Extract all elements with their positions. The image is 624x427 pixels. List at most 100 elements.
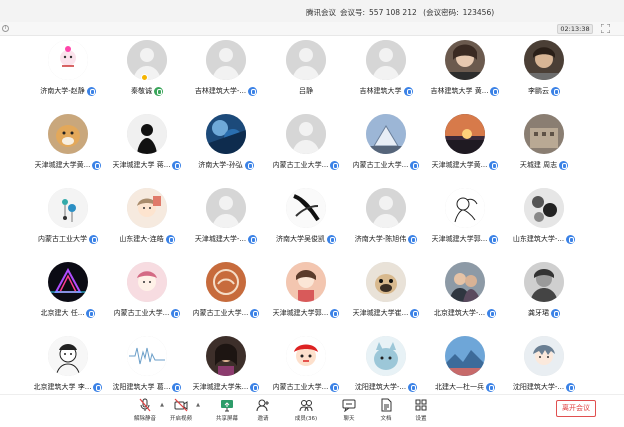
camera-off-icon [174, 398, 188, 412]
info-icon[interactable]: i [2, 25, 9, 32]
toolbar-item[interactable]: 成员(36) [289, 398, 323, 426]
participant-tile[interactable]: 李鹏云 [501, 40, 587, 110]
participant-tile[interactable]: 吕静 [263, 40, 349, 110]
participant-name: 天津城建大学郭... [431, 235, 488, 243]
mic-status-icon [551, 86, 560, 96]
participant-tile[interactable]: 内蒙古工业大学... [263, 114, 349, 184]
participant-name-row: 济南大学吴俊凯 [263, 233, 349, 245]
leave-meeting-button[interactable]: 离开会议 [556, 400, 596, 417]
participant-name-row: 吕静 [263, 85, 349, 97]
participant-tile[interactable]: 济南大学-陈旭伟 [343, 188, 429, 258]
participant-name-row: 济南大学-赵静 [25, 85, 111, 97]
participant-avatar [48, 114, 88, 154]
members-icon [299, 398, 313, 412]
participant-avatar [524, 262, 564, 302]
participant-avatar [524, 336, 564, 376]
title-bar: 腾讯会议 会议号: 557 108 212 (会议密码: 123456) [0, 0, 624, 22]
participant-name: 天津城建大学黄... [431, 161, 488, 169]
participant-tile[interactable]: 吉林建筑大学 [343, 40, 429, 110]
participant-name: 内蒙古工业大学... [272, 383, 329, 391]
participant-name: 吉林建筑大学 [359, 87, 402, 95]
participant-name-row: 天津城建大学郭... [422, 233, 508, 245]
participant-name-row: 天津城建大学朱... [183, 381, 269, 393]
participant-tile[interactable]: 山东建大-连皓 [104, 188, 190, 258]
mic-status-icon [172, 160, 182, 170]
mic-status-icon [403, 86, 413, 96]
mic-status-icon [93, 382, 103, 392]
meeting-id: 557 108 212 [369, 8, 417, 17]
mic-status-icon [408, 382, 418, 392]
participant-name-row: 天津城建大学 蒋... [104, 159, 190, 171]
participant-tile[interactable]: 北京建筑大学-... [422, 262, 508, 332]
participant-tile[interactable]: 吉林建筑大学 黄... [422, 40, 508, 110]
participant-tile[interactable]: 天津城建大学黄... [25, 114, 111, 184]
meeting-top-bar: i 02:13:38 [0, 22, 624, 36]
participant-name: 北京建大 任... [40, 309, 85, 317]
participant-tile[interactable]: 吉林建筑大学-... [183, 40, 269, 110]
mic-status-icon [551, 308, 560, 318]
participant-tile[interactable]: 天城建 周志 [501, 114, 587, 184]
participant-avatar [286, 40, 326, 80]
participant-avatar [286, 114, 326, 154]
participant-avatar [127, 262, 167, 302]
participant-tile[interactable]: 内蒙古工业大学... [183, 262, 269, 332]
participant-name-row: 北京建大 任... [25, 307, 111, 319]
participant-name-row: 内蒙古工业大学 [25, 233, 111, 245]
participant-name-row: 内蒙古工业大学... [263, 381, 349, 393]
toolbar-item-label: 解除静音 [133, 416, 156, 422]
participant-tile[interactable]: 济南大学-赵静 [25, 40, 111, 110]
participant-name-row: 济南大学-孙弘 [183, 159, 269, 171]
toolbar-item[interactable]: 设置 [404, 398, 438, 426]
participant-avatar [206, 188, 246, 228]
participant-tile[interactable]: 济南大学-孙弘 [183, 114, 269, 184]
mic-status-icon [248, 86, 258, 96]
mic-status-icon [165, 234, 175, 244]
participant-tile[interactable]: 天津城建大学黄... [422, 114, 508, 184]
participant-name-row: 山东建大-连皓 [104, 233, 190, 245]
participant-name-row: 内蒙古工业大学... [183, 307, 269, 319]
chevron-up-icon[interactable]: ▲ [196, 402, 200, 408]
participant-name: 李鹏云 [528, 87, 549, 95]
participant-tile[interactable]: 内蒙古工业大学 [25, 188, 111, 258]
participant-avatar [286, 262, 326, 302]
participant-name: 济南大学-陈旭伟 [354, 235, 407, 243]
participant-name: 天津城建大学 蒋... [112, 161, 171, 169]
fullscreen-icon[interactable] [600, 23, 611, 34]
mic-status-icon [89, 234, 98, 244]
toolbar-item[interactable]: 开启视频 ▲ [164, 398, 200, 426]
mic-status-icon [330, 160, 340, 170]
participant-tile[interactable]: 龚牙珺 [501, 262, 587, 332]
toolbar-item[interactable]: 共享屏幕 [210, 398, 244, 426]
participant-tile[interactable]: 内蒙古工业大学... [104, 262, 190, 332]
participant-tile[interactable]: 内蒙古工业大学... [343, 114, 429, 184]
participant-name: 山东建大-连皓 [119, 235, 164, 243]
toolbar-item[interactable]: 解除静音 ▲ [128, 398, 164, 426]
participant-name: 沈阳建筑大学-... [354, 383, 407, 391]
participant-name: 内蒙古工业大学 [38, 235, 87, 243]
toolbar-item[interactable]: 邀请 [246, 398, 280, 426]
participant-tile[interactable]: 天津城建大学郭... [263, 262, 349, 332]
participant-name-row: 天津城建大学崔... [343, 307, 429, 319]
participant-tile[interactable]: 北京建大 任... [25, 262, 111, 332]
participant-tile[interactable]: 秦敬诚 [104, 40, 190, 110]
participant-tile[interactable]: 济南大学吴俊凯 [263, 188, 349, 258]
participant-avatar [366, 336, 406, 376]
participant-avatar [206, 336, 246, 376]
chat-icon [342, 398, 356, 413]
participant-name: 天城建 周志 [519, 161, 558, 169]
participant-avatar [524, 114, 564, 154]
mic-status-icon [566, 234, 576, 244]
mic-status-icon [486, 382, 495, 392]
document-icon [379, 398, 393, 412]
toolbar-item[interactable]: 文档 [369, 398, 403, 426]
participant-tile[interactable]: 天津城建大学郭... [422, 188, 508, 258]
participant-tile[interactable]: 山东建筑大学-... [501, 188, 587, 258]
participant-name: 吕静 [299, 87, 313, 95]
participant-tile[interactable]: 天津城建大学-... [183, 188, 269, 258]
mic-status-icon [172, 382, 182, 392]
participant-name: 天津城建大学黄... [34, 161, 91, 169]
toolbar-item-label: 开启视频 [169, 416, 192, 422]
participant-tile[interactable]: 天津城建大学崔... [343, 262, 429, 332]
participant-tile[interactable]: 天津城建大学 蒋... [104, 114, 190, 184]
toolbar-item[interactable]: 聊天 [332, 398, 366, 426]
